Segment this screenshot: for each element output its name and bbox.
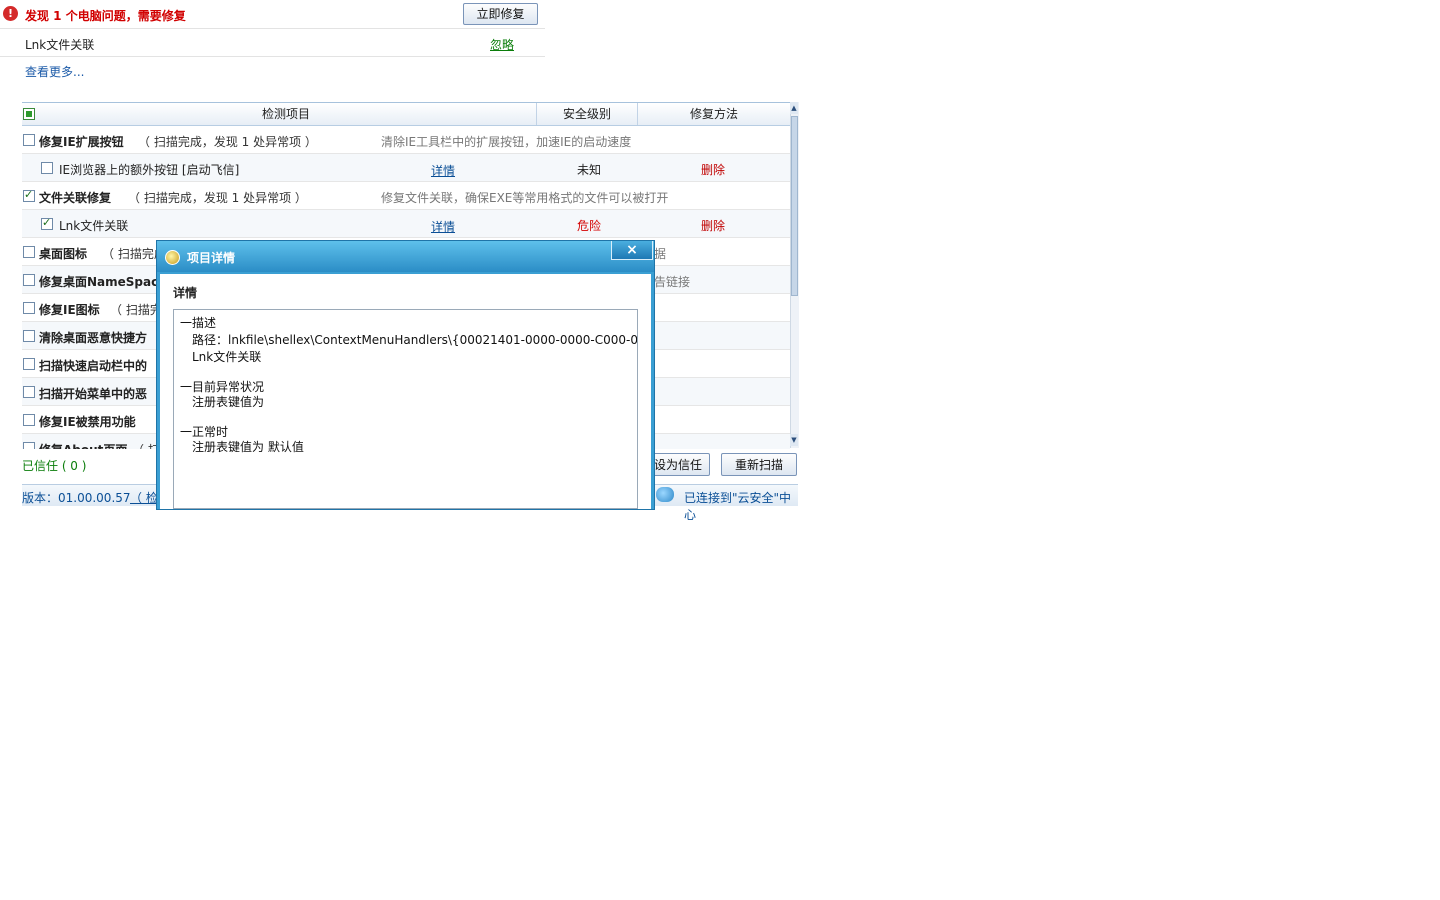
detail-heading-description: 一描述 — [180, 316, 217, 330]
fix-now-button[interactable]: 立即修复 — [463, 3, 538, 25]
scroll-down-arrow-icon[interactable]: ▼ — [790, 434, 798, 446]
dialog-title-bar[interactable]: 项目详情 × — [157, 241, 654, 272]
group-description: 告链接 — [654, 275, 691, 289]
ignore-link[interactable]: 忽略 — [490, 36, 514, 53]
group-title: 修复IE被禁用功能 — [39, 415, 136, 429]
group-title: 扫描开始菜单中的恶 — [39, 387, 148, 401]
row-checkbox[interactable] — [23, 330, 35, 342]
row-checkbox[interactable] — [41, 162, 53, 174]
group-title: 桌面图标 — [39, 247, 88, 261]
detail-item-name: Lnk文件关联 — [192, 350, 262, 364]
set-trust-button[interactable]: 设为信任 — [646, 453, 710, 476]
view-more-link[interactable]: 查看更多... — [25, 63, 84, 80]
version-label: 版本：01.00.00.57 — [22, 491, 131, 505]
row-checkbox[interactable] — [41, 216, 53, 230]
row-checkbox[interactable] — [23, 188, 35, 202]
security-level: 未知 — [577, 163, 602, 177]
detail-normal-value: 注册表键值为 默认值 — [192, 440, 304, 454]
scroll-up-arrow-icon[interactable]: ▲ — [790, 102, 798, 114]
detail-path: 路径：lnkfile\shellex\ContextMenuHandlers\{… — [192, 333, 638, 347]
subitem-name: IE浏览器上的额外按钮 [启动飞信] — [59, 163, 240, 177]
trusted-count-link[interactable]: 已信任 ( 0 ) — [22, 457, 86, 474]
detail-link[interactable]: 详情 — [431, 218, 455, 235]
group-title: 清除桌面恶意快捷方 — [39, 331, 148, 345]
detail-current-value: 注册表键值为 — [192, 395, 265, 409]
row-checkbox[interactable] — [23, 414, 35, 426]
issue-name: Lnk文件关联 — [25, 38, 95, 52]
detail-link[interactable]: 详情 — [431, 162, 455, 179]
issue-row: Lnk文件关联 忽略 — [0, 29, 545, 57]
group-title: 修复About页面 — [39, 441, 127, 449]
table-row[interactable]: 修复IE扩展按钮 （ 扫描完成，发现 1 处异常项 ） 清除IE工具栏中的扩展按… — [22, 126, 790, 154]
delete-action[interactable]: 删除 — [701, 161, 725, 178]
col-header-item[interactable]: 检测项目 — [36, 103, 537, 125]
col-header-fix[interactable]: 修复方法 — [638, 103, 790, 125]
group-description: 清除IE工具栏中的扩展按钮，加速IE的启动速度 — [381, 135, 632, 149]
table-row[interactable]: IE浏览器上的额外按钮 [启动飞信] 详情 未知 删除 — [22, 154, 790, 182]
alert-icon: ! — [3, 6, 18, 21]
table-row[interactable]: Lnk文件关联 详情 危险 删除 — [22, 210, 790, 238]
delete-action[interactable]: 删除 — [701, 217, 725, 234]
dialog-title: 项目详情 — [187, 251, 236, 265]
alert-bar: ! 发现 1 个电脑问题，需要修复 立即修复 — [0, 0, 545, 29]
group-title: 修复IE图标 — [39, 303, 100, 317]
group-title: 修复IE扩展按钮 — [39, 135, 124, 149]
detail-text-box[interactable]: 一描述 路径：lnkfile\shellex\ContextMenuHandle… — [173, 309, 638, 509]
group-status: （ 扫描完成，发现 1 处异常项 ） — [138, 135, 317, 149]
row-checkbox[interactable] — [23, 134, 35, 146]
cloud-security-icon — [656, 487, 674, 502]
row-checkbox[interactable] — [23, 302, 35, 314]
row-checkbox[interactable] — [23, 358, 35, 370]
row-checkbox[interactable] — [23, 386, 35, 398]
select-all-checkbox[interactable] — [23, 108, 35, 120]
scrollbar-thumb[interactable] — [791, 116, 798, 296]
group-title: 文件关联修复 — [39, 191, 112, 205]
subitem-name: Lnk文件关联 — [59, 219, 129, 233]
dialog-section-title: 详情 — [173, 286, 198, 300]
table-header: 检测项目 安全级别 修复方法 — [22, 103, 790, 126]
col-header-level[interactable]: 安全级别 — [537, 103, 638, 125]
dialog-body: 详情 一描述 路径：lnkfile\shellex\ContextMenuHan… — [160, 274, 651, 509]
group-status: （ 扫描完 — [110, 303, 162, 317]
group-status: （ 扫描完成，发现 1 处异常项 ） — [128, 191, 307, 205]
cloud-status: 已连接到"云安全"中心 — [684, 491, 792, 522]
row-checkbox[interactable] — [23, 246, 35, 258]
rescan-button[interactable]: 重新扫描 — [721, 453, 797, 476]
group-description: 修复文件关联，确保EXE等常用格式的文件可以被打开 — [381, 191, 669, 205]
dialog-app-icon — [165, 250, 180, 265]
group-title: 扫描快速启动栏中的 — [39, 359, 148, 373]
item-detail-dialog: 项目详情 × 详情 一描述 路径：lnkfile\shellex\Context… — [156, 240, 655, 510]
row-checkbox[interactable] — [23, 274, 35, 286]
security-level: 危险 — [577, 219, 602, 233]
table-row[interactable]: 文件关联修复 （ 扫描完成，发现 1 处异常项 ） 修复文件关联，确保EXE等常… — [22, 182, 790, 210]
group-title: 修复桌面NameSpace — [39, 275, 167, 289]
close-icon[interactable]: × — [611, 241, 653, 260]
group-description: 据 — [654, 247, 667, 261]
alert-message: 发现 1 个电脑问题，需要修复 — [25, 9, 186, 23]
row-checkbox[interactable] — [23, 442, 35, 449]
